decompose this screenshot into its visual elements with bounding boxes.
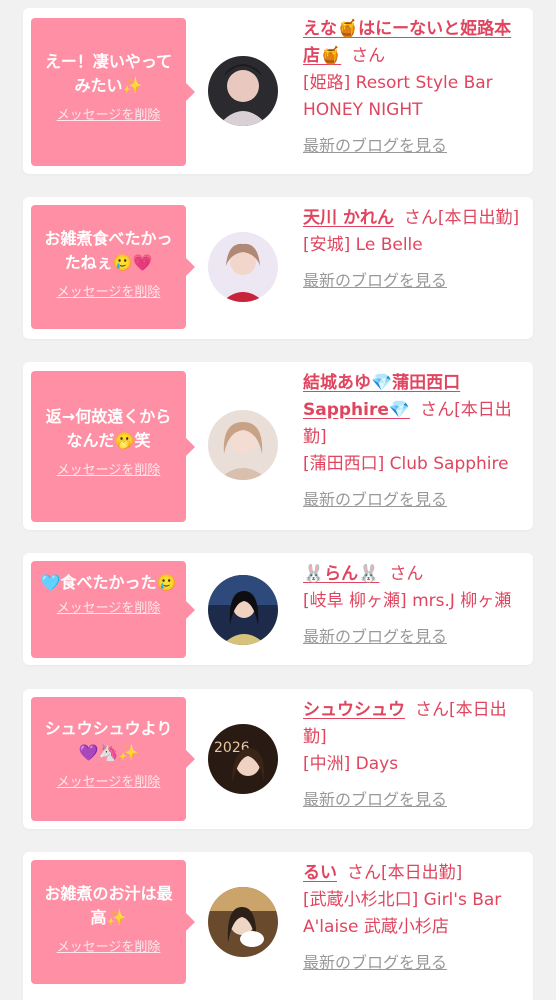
message-bubble: お雑煮食べたかったねぇ🥲💗 メッセージを削除 — [31, 205, 195, 329]
avatar[interactable] — [208, 410, 278, 480]
work-status: [本日出勤] — [437, 208, 520, 228]
message-text: シュウシュウより💜🦄✨ — [44, 719, 173, 762]
message-text: 返→何故遠くからなんだ🫢笑 — [45, 407, 172, 450]
honorific: さん — [420, 400, 455, 420]
latest-blog-link[interactable]: 最新のブログを見る — [303, 786, 523, 813]
work-status: [本日出勤] — [381, 863, 463, 883]
message-card: お雑煮食べたかったねぇ🥲💗 メッセージを削除 天川 かれん さん[本日出勤] [安… — [23, 197, 533, 339]
cast-name-link[interactable]: 🐰らん🐰 — [303, 564, 379, 584]
cast-info: るい さん[本日出勤] [武蔵小杉北口] Girl's Bar A'laise 武… — [303, 860, 523, 976]
latest-blog-link[interactable]: 最新のブログを見る — [303, 623, 523, 650]
message-bubble: お雑煮のお汁は最高✨ メッセージを削除 — [31, 860, 195, 984]
cast-info: えな🍯はにーないと姫路本店🍯 さん [姫路] Resort Style Bar H… — [303, 16, 523, 159]
store-name: [岐阜 柳ヶ瀬] mrs.J 柳ヶ瀬 — [303, 591, 512, 611]
delete-message-link[interactable]: メッセージを削除 — [31, 281, 186, 300]
honorific: さん — [415, 700, 449, 720]
delete-message-link[interactable]: メッセージを削除 — [31, 597, 186, 616]
message-bubble: 🩵食べたかった🥲 メッセージを削除 — [31, 561, 195, 658]
cast-info: 天川 かれん さん[本日出勤] [安城] Le Belle 最新のブログを見る — [303, 205, 523, 294]
message-card: シュウシュウより💜🦄✨ メッセージを削除 2026 シュウシュウ さん[本日出勤]… — [23, 689, 533, 829]
message-card: お雑煮のお汁は最高✨ メッセージを削除 るい さん[本日出勤] [武蔵小杉北口] … — [23, 852, 533, 1000]
message-text: お雑煮のお汁は最高✨ — [44, 884, 173, 927]
cast-info: シュウシュウ さん[本日出勤] [中洲] Days 最新のブログを見る — [303, 697, 523, 813]
message-card: 🩵食べたかった🥲 メッセージを削除 🐰らん🐰 さん [岐阜 柳ヶ瀬] mrs.J … — [23, 553, 533, 665]
avatar[interactable] — [208, 887, 278, 957]
latest-blog-link[interactable]: 最新のブログを見る — [303, 267, 523, 294]
honorific: さん — [389, 564, 424, 584]
message-text: お雑煮食べたかったねぇ🥲💗 — [44, 229, 173, 272]
cast-name-link[interactable]: るい — [303, 863, 337, 883]
message-card: えー！凄いやってみたい✨ メッセージを削除 えな🍯はにーないと姫路本店🍯 さん [… — [23, 8, 533, 174]
message-list: えー！凄いやってみたい✨ メッセージを削除 えな🍯はにーないと姫路本店🍯 さん [… — [0, 0, 556, 1000]
delete-message-link[interactable]: メッセージを削除 — [31, 936, 186, 955]
cast-info: 🐰らん🐰 さん [岐阜 柳ヶ瀬] mrs.J 柳ヶ瀬 最新のブログを見る — [303, 561, 523, 650]
delete-message-link[interactable]: メッセージを削除 — [31, 104, 186, 123]
delete-message-link[interactable]: メッセージを削除 — [31, 459, 186, 478]
store-name: [蒲田西口] Club Sapphire — [303, 454, 509, 474]
honorific: さん — [351, 46, 386, 66]
cast-name-link[interactable]: 天川 かれん — [303, 208, 394, 228]
message-card: 返→何故遠くからなんだ🫢笑 メッセージを削除 結城あゆ💎蒲田西口Sapphire… — [23, 362, 533, 530]
avatar[interactable] — [208, 575, 278, 645]
store-name: [姫路] Resort Style Bar HONEY NIGHT — [303, 73, 493, 120]
cast-name-link[interactable]: えな🍯はにーないと姫路本店🍯 — [303, 19, 511, 66]
avatar[interactable]: 2026 — [208, 724, 278, 794]
avatar-photo-icon — [208, 56, 278, 126]
delete-message-link[interactable]: メッセージを削除 — [31, 771, 186, 790]
store-name: [中洲] Days — [303, 754, 399, 774]
avatar-photo-icon — [208, 887, 278, 957]
avatar[interactable] — [208, 56, 278, 126]
message-bubble: えー！凄いやってみたい✨ メッセージを削除 — [31, 18, 195, 166]
message-text: 🩵食べたかった🥲 — [40, 573, 177, 592]
message-text: えー！凄いやってみたい✨ — [44, 52, 173, 95]
message-bubble: シュウシュウより💜🦄✨ メッセージを削除 — [31, 697, 195, 821]
message-bubble: 返→何故遠くからなんだ🫢笑 メッセージを削除 — [31, 371, 195, 522]
avatar-photo-icon: 2026 — [208, 724, 278, 794]
avatar-photo-icon — [208, 575, 278, 645]
avatar-photo-icon — [208, 410, 278, 480]
honorific: さん — [347, 863, 381, 883]
cast-info: 結城あゆ💎蒲田西口Sapphire💎 さん[本日出勤] [蒲田西口] Club S… — [303, 370, 523, 513]
honorific: さん — [403, 208, 438, 228]
latest-blog-link[interactable]: 最新のブログを見る — [303, 949, 523, 976]
latest-blog-link[interactable]: 最新のブログを見る — [303, 132, 523, 159]
cast-name-link[interactable]: シュウシュウ — [303, 700, 405, 720]
latest-blog-link[interactable]: 最新のブログを見る — [303, 486, 523, 513]
avatar[interactable] — [208, 232, 278, 302]
avatar-photo-icon — [208, 232, 278, 302]
store-name: [安城] Le Belle — [303, 235, 423, 255]
store-name: [武蔵小杉北口] Girl's Bar A'laise 武蔵小杉店 — [303, 890, 502, 937]
